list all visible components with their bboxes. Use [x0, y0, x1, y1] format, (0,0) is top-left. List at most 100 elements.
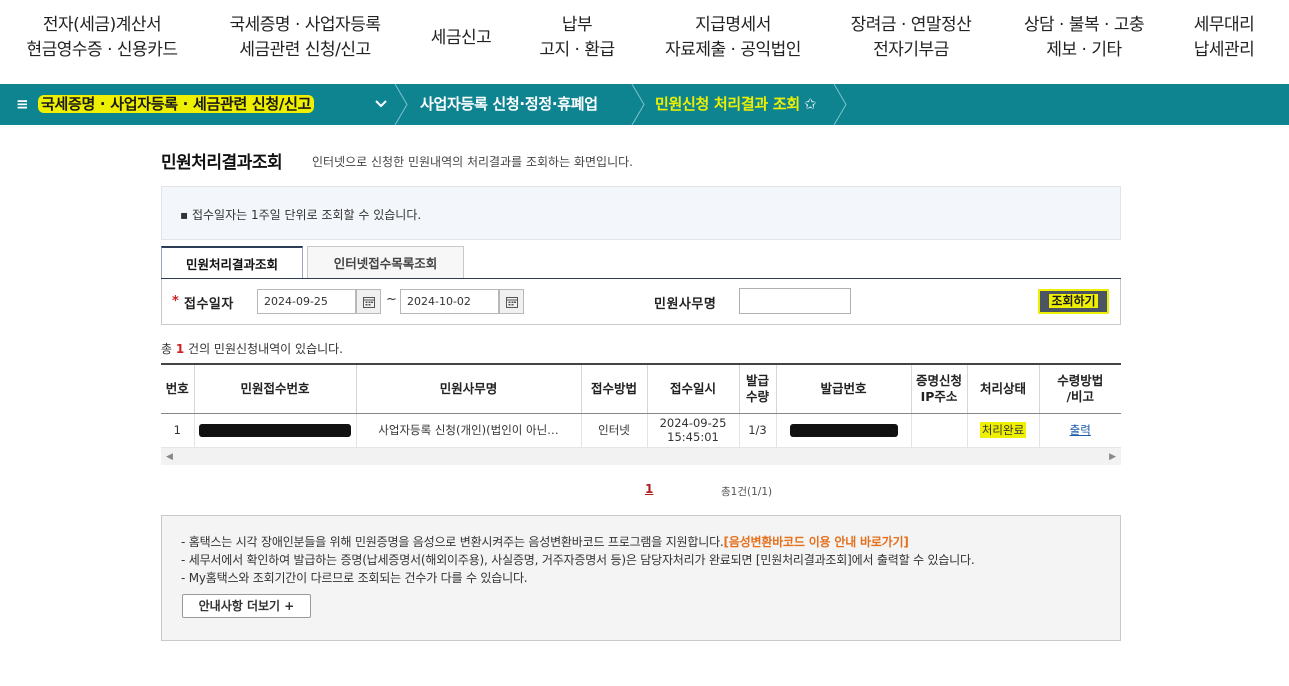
header-ip-line1: 증명신청: [915, 372, 962, 388]
print-link[interactable]: 출력: [1070, 423, 1091, 437]
cell-ip: [910, 413, 967, 448]
breadcrumb-level1[interactable]: 국세증명 · 사업자등록 · 세금관련 신청/신고: [38, 84, 315, 125]
cell-receive: 출력: [1038, 413, 1121, 448]
star-icon[interactable]: ✩: [804, 95, 817, 113]
calendar-icon[interactable]: [499, 289, 524, 314]
breadcrumb-level3-label: 민원신청 처리결과 조회: [655, 95, 800, 113]
cell-no: 1: [161, 413, 194, 448]
menu-line1: 장려금 · 연말정산: [850, 15, 972, 35]
menu-line1: 세금신고: [430, 28, 492, 48]
date-to-input[interactable]: [400, 289, 499, 314]
redacted-mark: [199, 424, 351, 437]
menu-payment[interactable]: 납부 고지 · 환급: [532, 13, 622, 63]
menu-tax-agent[interactable]: 세무대리 납세관리: [1186, 13, 1262, 63]
breadcrumb-level1-label: 국세증명 · 사업자등록 · 세금관련 신청/신고: [38, 95, 315, 113]
breadcrumb: ≡ 국세증명 · 사업자등록 · 세금관련 신청/신고 사업자등록 신청·정정·…: [0, 84, 1289, 125]
result-count-number: 1: [175, 342, 185, 356]
menu-line2: 자료제출 · 공익법인: [665, 40, 801, 60]
header-issue-number: 발급번호: [775, 363, 911, 414]
guide-box: - 홈택스는 시각 장애인분들을 위해 민원증명을 음성으로 변환시켜주는 음성…: [161, 515, 1121, 641]
header-ip-line2: IP주소: [920, 388, 958, 404]
menu-icon[interactable]: ≡: [16, 84, 29, 125]
menu-payment-statement[interactable]: 지급명세서 자료제출 · 공익법인: [658, 13, 808, 63]
breadcrumb-separator-icon: [833, 84, 847, 125]
tab-result[interactable]: 민원처리결과조회: [161, 246, 303, 279]
guide-line-1-text: - 홈택스는 시각 장애인분들을 위해 민원증명을 음성으로 변환시켜주는 음성…: [181, 535, 724, 549]
search-button-label: 조회하기: [1049, 294, 1098, 308]
page-description: 인터넷으로 신청한 민원내역의 처리결과를 조회하는 화면입니다.: [312, 155, 633, 169]
menu-line2: 전자기부금: [873, 40, 949, 60]
result-table: 번호 민원접수번호 민원사무명 접수방법 접수일시 발급 수량 발급번호 증명신청…: [161, 363, 1121, 448]
header-ip: 증명신청 IP주소: [910, 363, 967, 414]
cell-qty: 1/3: [738, 413, 776, 448]
calendar-icon[interactable]: [356, 289, 381, 314]
notice-box: ▪ 접수일자는 1주일 단위로 조회할 수 있습니다.: [161, 186, 1121, 240]
received-time: 15:45:01: [667, 430, 719, 444]
menu-line1: 전자(세금)계산서: [42, 15, 162, 35]
menu-line2: 현금영수증 · 신용카드: [26, 40, 178, 60]
office-name-text: 사업자등록 신청(개인)(법인이 아닌…: [378, 423, 559, 437]
menu-line1: 지급명세서: [695, 15, 771, 35]
result-suffix: 건의 민원신청내역이 있습니다.: [184, 342, 343, 356]
tab-internet-list[interactable]: 인터넷접수목록조회: [307, 246, 464, 279]
menu-tax-return[interactable]: 세금신고: [424, 26, 498, 51]
header-received-at: 접수일시: [646, 363, 739, 414]
header-qty: 발급 수량: [738, 363, 776, 414]
notice-text: ▪ 접수일자는 1주일 단위로 조회할 수 있습니다.: [180, 208, 422, 222]
menu-line1: 상담 · 불복 · 고충: [1023, 15, 1145, 35]
header-method: 접수방법: [580, 363, 647, 414]
result-prefix: 총: [161, 342, 176, 356]
menu-certificates[interactable]: 국세증명 · 사업자등록 세금관련 신청/신고: [222, 13, 388, 63]
menu-line2: 제보 · 기타: [1046, 40, 1122, 60]
header-receive-line2: /비고: [1066, 388, 1095, 404]
breadcrumb-level2[interactable]: 사업자등록 신청·정정·휴폐업: [420, 84, 598, 125]
cell-receipt-number: [193, 413, 356, 448]
page-title: 민원처리결과조회: [161, 153, 283, 173]
office-name-label: 민원사무명: [654, 297, 717, 312]
breadcrumb-separator-icon: [394, 84, 408, 125]
header-receipt-number: 민원접수번호: [193, 363, 356, 414]
page-number[interactable]: 1: [645, 482, 653, 496]
result-count: 총 1 건의 민원신청내역이 있습니다.: [161, 340, 343, 357]
top-navigation: 전자(세금)계산서 현금영수증 · 신용카드 국세증명 · 사업자등록 세금관련…: [0, 0, 1289, 84]
menu-line1: 세무대리: [1193, 15, 1255, 35]
cell-status: 처리완료: [966, 413, 1039, 448]
cell-method: 인터넷: [580, 413, 647, 448]
guide-line-1: - 홈택스는 시각 장애인분들을 위해 민원증명을 음성으로 변환시켜주는 음성…: [181, 533, 909, 550]
office-name-input[interactable]: [739, 288, 851, 314]
date-from-input[interactable]: [257, 289, 356, 314]
header-receive-line1: 수령방법: [1057, 372, 1104, 388]
title-row: 민원처리결과조회 인터넷으로 신청한 민원내역의 처리결과를 조회하는 화면입니…: [161, 148, 633, 173]
redacted-mark: [789, 424, 898, 437]
search-button[interactable]: 조회하기: [1038, 289, 1109, 314]
header-qty-line1: 발급: [745, 372, 769, 388]
cell-issue-number: [775, 413, 911, 448]
guide-line-2: - 세무서에서 확인하여 발급하는 증명(납세증명서(해외이주용), 사실증명,…: [181, 553, 975, 567]
header-office-name: 민원사무명: [355, 363, 581, 414]
scroll-right-icon[interactable]: ▶: [1109, 452, 1116, 462]
table-row: 1 사업자등록 신청(개인)(법인이 아닌… 인터넷 2024-09-25 15:…: [161, 413, 1121, 448]
required-mark: *: [172, 294, 179, 309]
received-date: 2024-09-25: [659, 416, 727, 430]
voice-barcode-link[interactable]: [음성변환바코드 이용 안내 바로가기]: [724, 535, 909, 549]
page-total: 총1건(1/1): [721, 486, 773, 498]
notice-label: 접수일자는 1주일 단위로 조회할 수 있습니다.: [191, 208, 422, 222]
menu-line1: 납부: [561, 15, 593, 35]
date-range-separator: ~: [386, 292, 397, 307]
menu-consulting[interactable]: 상담 · 불복 · 고충 제보 · 기타: [1015, 13, 1153, 63]
breadcrumb-level3[interactable]: 민원신청 처리결과 조회 ✩: [655, 84, 816, 125]
menu-line2: 세금관련 신청/신고: [239, 40, 371, 60]
horizontal-scrollbar[interactable]: ◀ ▶: [161, 447, 1121, 465]
table-header-row: 번호 민원접수번호 민원사무명 접수방법 접수일시 발급 수량 발급번호 증명신청…: [161, 363, 1121, 414]
menu-incentive[interactable]: 장려금 · 연말정산 전자기부금: [843, 13, 979, 63]
more-info-button[interactable]: 안내사항 더보기 +: [182, 594, 311, 618]
cell-received-at: 2024-09-25 15:45:01: [646, 413, 739, 448]
breadcrumb-separator-icon: [631, 84, 645, 125]
chevron-down-icon[interactable]: [374, 84, 388, 125]
cell-office-name: 사업자등록 신청(개인)(법인이 아닌…: [355, 413, 581, 448]
date-label: 접수일자: [184, 297, 234, 312]
scroll-left-icon[interactable]: ◀: [166, 452, 173, 462]
menu-e-tax-invoice[interactable]: 전자(세금)계산서 현금영수증 · 신용카드: [22, 13, 182, 63]
header-receive: 수령방법/비고: [1038, 363, 1121, 414]
menu-line2: 고지 · 환급: [539, 40, 615, 60]
